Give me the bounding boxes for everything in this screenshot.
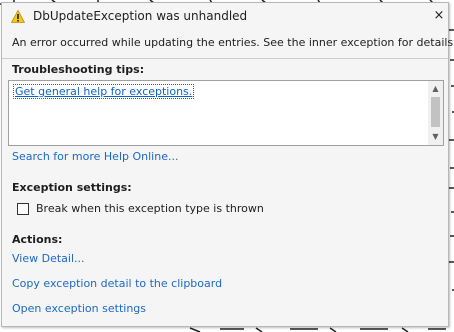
view-detail-link[interactable]: View Detail... (12, 252, 85, 265)
scrollbar-thumb[interactable] (431, 97, 440, 127)
troubleshooting-tips-list[interactable]: Get general help for exceptions. ▲ ▼ (8, 80, 444, 146)
exception-settings-heading: Exception settings: (12, 181, 132, 194)
tips-scrollbar[interactable]: ▲ ▼ (428, 81, 443, 145)
tip-link-general-help[interactable]: Get general help for exceptions. (13, 84, 195, 99)
search-help-online-link[interactable]: Search for more Help Online... (12, 150, 178, 163)
divider (2, 58, 448, 59)
copy-exception-detail-link[interactable]: Copy exception detail to the clipboard (12, 277, 222, 290)
warning-icon (11, 10, 25, 23)
break-on-throw-label[interactable]: Break when this exception type is thrown (36, 202, 264, 215)
title-bar: DbUpdateException was unhandled × (2, 3, 448, 31)
exception-message: An error occurred while updating the ent… (12, 36, 454, 49)
open-exception-settings-link[interactable]: Open exception settings (12, 302, 146, 315)
dialog-title: DbUpdateException was unhandled (33, 9, 248, 23)
break-on-throw-checkbox[interactable] (17, 203, 29, 215)
screen: DbUpdateException was unhandled × An err… (0, 0, 454, 332)
actions-heading: Actions: (12, 233, 63, 246)
troubleshooting-heading: Troubleshooting tips: (12, 63, 145, 76)
exception-helper-popup: DbUpdateException was unhandled × An err… (1, 2, 454, 327)
chevron-up-icon[interactable]: ▲ (428, 82, 443, 96)
close-icon[interactable]: × (433, 9, 445, 22)
chevron-down-icon[interactable]: ▼ (428, 130, 443, 144)
